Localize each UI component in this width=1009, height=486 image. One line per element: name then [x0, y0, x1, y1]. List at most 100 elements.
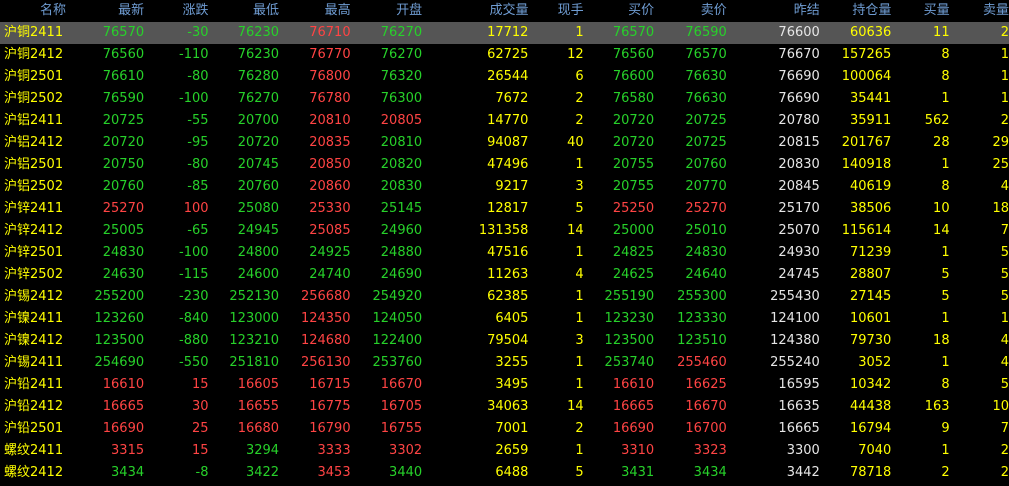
cell-bidvol: 10: [933, 201, 950, 216]
quote-row[interactable]: 沪镍2412 123500 -880 123210 124680 122400 79504 3…: [0, 330, 1009, 352]
cell-change: 100: [183, 201, 209, 216]
col-header-bidvol[interactable]: 买量: [891, 0, 950, 22]
cell-volume: 6488: [495, 465, 529, 480]
cell-last: 20750: [102, 157, 145, 172]
col-header-high[interactable]: 最高: [279, 0, 351, 22]
cell-askvol: 5: [1000, 245, 1009, 260]
col-header-prevsettle[interactable]: 昨结: [727, 0, 820, 22]
cell-openint: 35911: [849, 113, 892, 128]
cell-last: 3434: [111, 465, 145, 480]
cell-ask: 25010: [685, 223, 727, 238]
col-header-openint[interactable]: 持仓量: [820, 0, 891, 22]
quote-row[interactable]: 沪铜2411 76570 -30 76230 76710 76270 17712 1 76570…: [0, 22, 1009, 44]
cell-open: 76270: [350, 22, 423, 44]
quote-row[interactable]: 沪铝2501 20750 -80 20745 20850 20820 47496 1 20755…: [0, 154, 1009, 176]
cell-openint: 157265: [841, 47, 892, 62]
col-header-ask[interactable]: 卖价: [654, 0, 727, 22]
cell-bidvol: 28: [933, 135, 950, 150]
quote-row[interactable]: 沪铅2412 16665 30 16655 16775 16705 34063 14 16665…: [0, 396, 1009, 418]
cell-ask: 76590: [654, 22, 727, 44]
cell-change: -80: [187, 157, 209, 172]
cell-open: 254920: [372, 289, 423, 304]
cell-ask: 76630: [685, 69, 727, 84]
cell-volume: 3255: [495, 355, 529, 370]
cell-prevsettle: 124100: [770, 311, 820, 326]
cell-open: 16755: [380, 421, 423, 436]
quote-row[interactable]: 沪锡2411 254690 -550 251810 256130 253760 3255 1 2…: [0, 352, 1009, 374]
quote-row[interactable]: 沪铅2411 16610 15 16605 16715 16670 3495 1 16610 16…: [0, 374, 1009, 396]
cell-lastqty: 4: [575, 267, 584, 282]
quote-row[interactable]: 沪锌2412 25005 -65 24945 25085 24960 131358 14 250…: [0, 220, 1009, 242]
quote-row[interactable]: 沪铜2412 76560 -110 76230 76770 76270 62725 12 765…: [0, 44, 1009, 66]
cell-bid: 3310: [621, 443, 655, 458]
cell-lastqty: 12: [567, 47, 584, 62]
col-header-lastqty[interactable]: 现手: [528, 0, 584, 22]
cell-lastqty: 1: [528, 22, 584, 44]
quote-row[interactable]: 沪锌2501 24830 -100 24800 24925 24880 47516 1 2482…: [0, 242, 1009, 264]
cell-prevsettle: 24930: [778, 245, 820, 260]
col-header-low[interactable]: 最低: [209, 0, 279, 22]
quote-row[interactable]: 螺纹2412 3434 -8 3422 3453 3440 6488 5 3431 3434 344…: [0, 462, 1009, 484]
cell-openint: 16794: [849, 421, 892, 436]
cell-high: 24925: [309, 245, 351, 260]
quote-row[interactable]: 沪锌2502 24630 -115 24600 24740 24690 11263 4 2462…: [0, 264, 1009, 286]
cell-openint: 10601: [849, 311, 892, 326]
cell-high: 3453: [317, 465, 351, 480]
cell-low: 3422: [245, 465, 280, 480]
cell-prevsettle: 20815: [778, 135, 820, 150]
header-row: 名称 最新 涨跌 最低 最高 开盘 成交量 现手 买价 卖价 昨结 持仓量 买量 卖量: [0, 0, 1009, 22]
quote-row[interactable]: 沪铜2501 76610 -80 76280 76800 76320 26544 6 76600…: [0, 66, 1009, 88]
cell-prevsettle: 20830: [778, 157, 820, 172]
cell-name: 螺纹2412: [4, 465, 64, 480]
cell-last: 20760: [102, 179, 145, 194]
cell-name: 螺纹2411: [4, 443, 64, 458]
cell-name: 沪铜2412: [4, 47, 64, 62]
cell-ask: 123330: [677, 311, 727, 326]
quote-row[interactable]: 沪铝2412 20720 -95 20720 20835 20810 94087 40 2072…: [0, 132, 1009, 154]
cell-low: 24800: [237, 245, 280, 260]
cell-last: 16610: [102, 377, 145, 392]
cell-volume: 3495: [495, 377, 529, 392]
col-header-open[interactable]: 开盘: [351, 0, 422, 22]
cell-prevsettle: 16595: [778, 377, 820, 392]
cell-open: 20810: [380, 135, 423, 150]
cell-askvol: 2: [949, 22, 1009, 44]
futures-quote-table: 名称 最新 涨跌 最低 最高 开盘 成交量 现手 买价 卖价 昨结 持仓量 买量 卖量 沪铜2411 765…: [0, 0, 1009, 484]
quote-row[interactable]: 沪铅2501 16690 25 16680 16790 16755 7001 2 16690 16…: [0, 418, 1009, 440]
col-header-volume[interactable]: 成交量: [422, 0, 528, 22]
quote-row[interactable]: 沪铝2502 20760 -85 20760 20860 20830 9217 3 20755 2…: [0, 176, 1009, 198]
cell-prevsettle: 20845: [778, 179, 820, 194]
cell-high: 25330: [309, 201, 351, 216]
cell-high: 76800: [309, 69, 351, 84]
cell-last: 16690: [102, 421, 145, 436]
quote-row[interactable]: 沪锡2412 255200 -230 252130 256680 254920 62385 1…: [0, 286, 1009, 308]
col-header-change[interactable]: 涨跌: [144, 0, 209, 22]
cell-change: -100: [179, 91, 209, 106]
cell-volume: 12817: [487, 201, 529, 216]
cell-high: 20810: [309, 113, 351, 128]
cell-askvol: 1: [1000, 311, 1009, 326]
col-header-bid[interactable]: 买价: [584, 0, 654, 22]
cell-askvol: 1: [1000, 47, 1009, 62]
col-header-askvol[interactable]: 卖量: [950, 0, 1009, 22]
cell-lastqty: 3: [575, 179, 584, 194]
cell-open: 16705: [380, 399, 423, 414]
quote-row[interactable]: 螺纹2411 3315 15 3294 3333 3302 2659 1 3310 3323 330…: [0, 440, 1009, 462]
cell-bidvol: 5: [941, 289, 950, 304]
cell-change: 15: [191, 377, 209, 392]
col-header-last[interactable]: 最新: [74, 0, 144, 22]
quote-row[interactable]: 沪铜2502 76590 -100 76270 76780 76300 7672 2 76580…: [0, 88, 1009, 110]
cell-change: 30: [191, 399, 209, 414]
cell-last: 25270: [102, 201, 145, 216]
cell-open: 3440: [389, 465, 423, 480]
cell-open: 24690: [380, 267, 423, 282]
cell-high: 20860: [309, 179, 351, 194]
quote-row[interactable]: 沪铝2411 20725 -55 20700 20810 20805 14770 2 20720…: [0, 110, 1009, 132]
cell-ask: 24830: [685, 245, 727, 260]
quote-row[interactable]: 沪锌2411 25270 100 25080 25330 25145 12817 5 25250…: [0, 198, 1009, 220]
cell-bidvol: 2: [941, 465, 950, 480]
cell-change: -95: [187, 135, 209, 150]
quote-row[interactable]: 沪镍2411 123260 -840 123000 124350 124050 6405 1 1…: [0, 308, 1009, 330]
cell-low: 123000: [229, 311, 280, 326]
col-header-name[interactable]: 名称: [0, 0, 74, 22]
